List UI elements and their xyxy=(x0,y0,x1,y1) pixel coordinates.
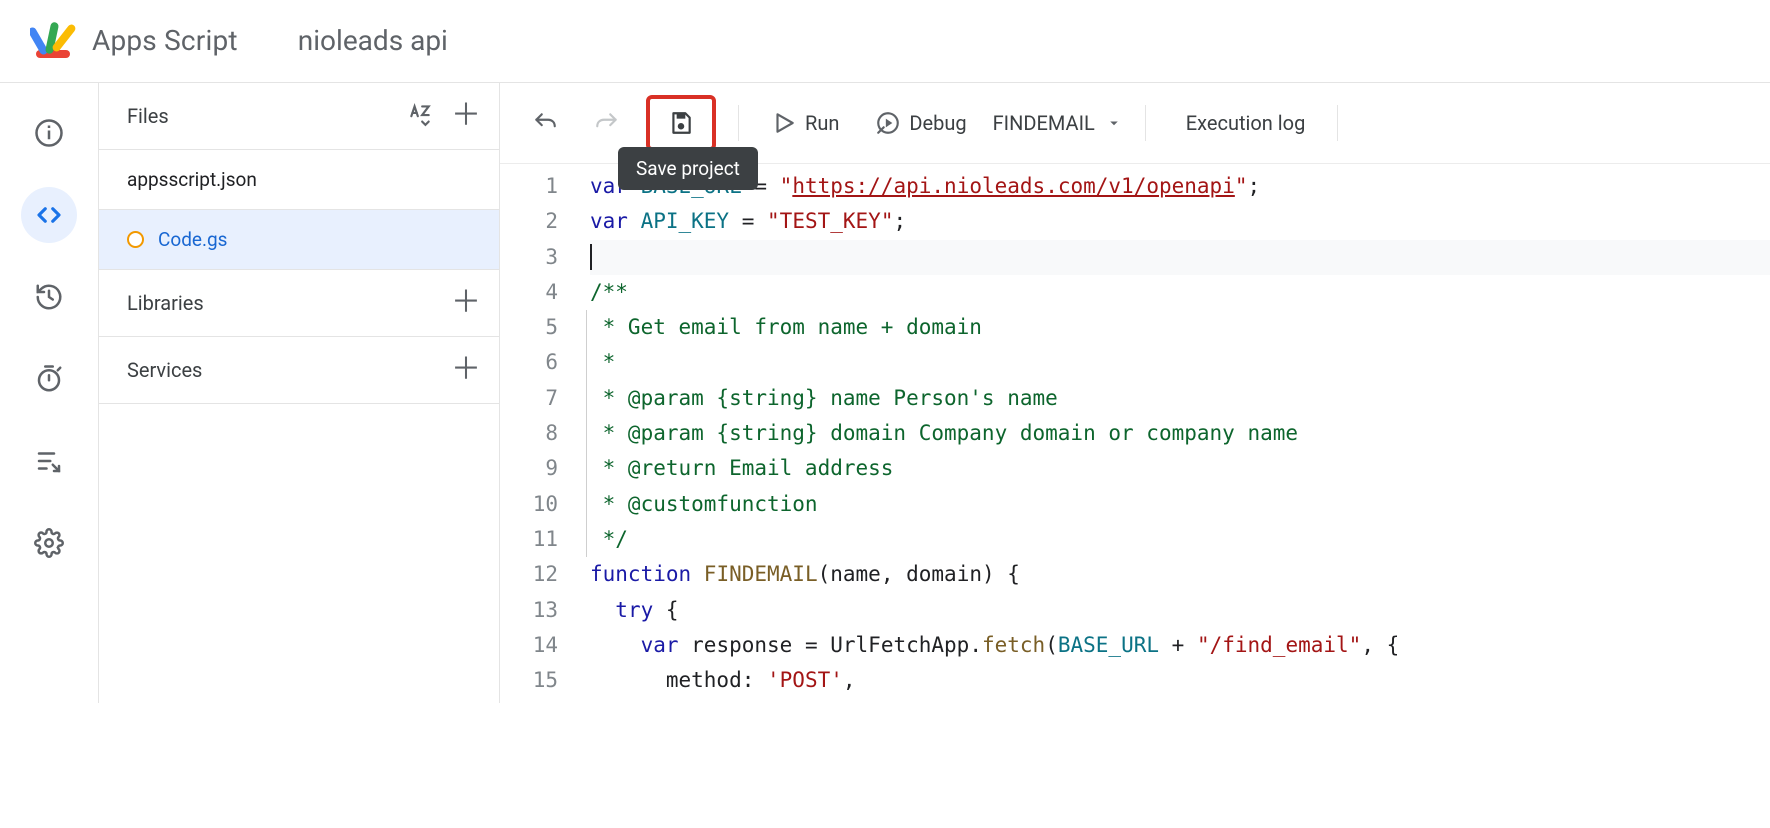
execution-log-button[interactable]: Execution log xyxy=(1168,101,1316,145)
function-select-value: FINDEMAIL xyxy=(993,111,1095,135)
run-label: Run xyxy=(805,111,839,135)
file-name: appsscript.json xyxy=(127,168,257,191)
nav-executions[interactable] xyxy=(21,433,77,489)
save-highlight-box xyxy=(646,95,716,151)
file-item[interactable]: Code.gs xyxy=(99,210,499,270)
libraries-section-header: Libraries ＋ xyxy=(99,270,499,337)
line-gutter: 123456789101112131415 xyxy=(500,164,572,703)
run-button[interactable]: Run xyxy=(761,101,849,145)
sort-az-icon[interactable] xyxy=(407,101,433,131)
undo-button[interactable] xyxy=(522,101,568,145)
add-service-icon[interactable]: ＋ xyxy=(451,355,481,385)
toolbar-separator xyxy=(1145,105,1146,141)
function-select[interactable]: FINDEMAIL xyxy=(993,111,1123,135)
apps-script-logo-icon xyxy=(30,16,78,64)
chevron-down-icon xyxy=(1105,114,1123,132)
editor-toolbar: Run Debug FINDEMAIL Execution log Save p… xyxy=(500,83,1770,163)
nav-history[interactable] xyxy=(21,269,77,325)
editor-area: Run Debug FINDEMAIL Execution log Save p… xyxy=(500,83,1770,703)
files-title: Files xyxy=(127,104,169,128)
libraries-title: Libraries xyxy=(127,291,204,315)
unsaved-indicator-icon xyxy=(127,231,144,248)
file-name: Code.gs xyxy=(158,228,227,251)
left-nav xyxy=(0,83,98,703)
debug-label: Debug xyxy=(909,111,966,135)
debug-button[interactable]: Debug xyxy=(865,101,976,145)
save-button[interactable] xyxy=(658,101,704,145)
file-item[interactable]: appsscript.json xyxy=(99,150,499,210)
services-title: Services xyxy=(127,358,202,382)
files-section-header: Files ＋ xyxy=(99,83,499,150)
execution-log-label: Execution log xyxy=(1186,111,1306,135)
services-section-header: Services ＋ xyxy=(99,337,499,404)
code-content[interactable]: var BASE_URL = "https://api.nioleads.com… xyxy=(572,164,1770,703)
toolbar-separator xyxy=(1337,105,1338,141)
redo-button[interactable] xyxy=(584,101,630,145)
add-file-icon[interactable]: ＋ xyxy=(451,101,481,131)
nav-editor[interactable] xyxy=(21,187,77,243)
code-editor[interactable]: 123456789101112131415 var BASE_URL = "ht… xyxy=(500,163,1770,703)
file-pane: Files ＋ appsscript.json Code.gs Librarie… xyxy=(98,83,500,703)
toolbar-separator xyxy=(738,105,739,141)
add-library-icon[interactable]: ＋ xyxy=(451,288,481,318)
nav-settings[interactable] xyxy=(21,515,77,571)
nav-overview[interactable] xyxy=(21,105,77,161)
nav-triggers[interactable] xyxy=(21,351,77,407)
save-tooltip: Save project xyxy=(618,147,758,190)
app-header: Apps Script nioleads api xyxy=(0,0,1770,83)
project-title[interactable]: nioleads api xyxy=(298,24,448,57)
product-name: Apps Script xyxy=(92,24,238,57)
